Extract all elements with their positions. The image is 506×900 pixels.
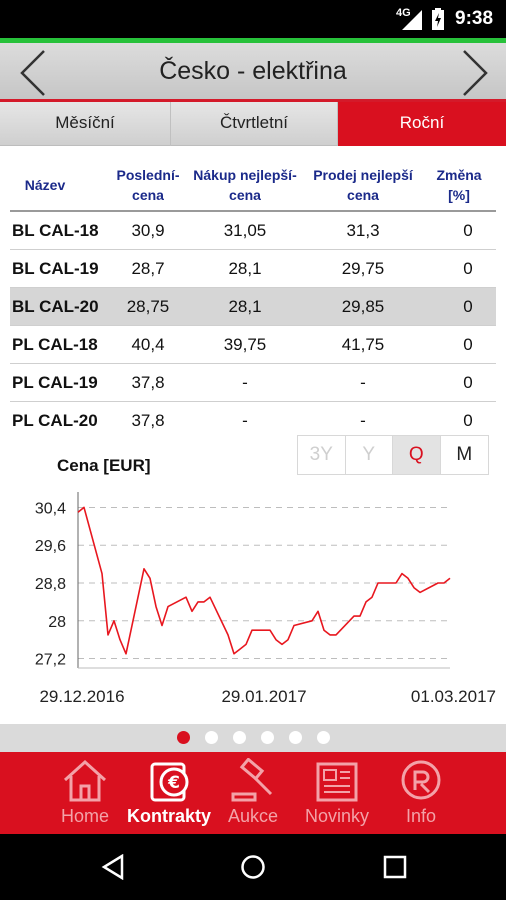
contract-name: BL CAL-20: [12, 296, 99, 316]
last-price: 28,7: [131, 258, 165, 278]
col-buy-header: Nákup nejlepší-cena: [193, 167, 297, 203]
best-buy: 39,75: [223, 334, 267, 354]
contract-name: PL CAL-19: [12, 372, 98, 392]
y-tick-label: 28: [48, 614, 66, 631]
range-quarter-button[interactable]: Q: [393, 436, 441, 474]
period-tabs: Měsíční Čtvrtletní Roční: [0, 102, 506, 146]
nav-info-label: Info: [405, 806, 437, 826]
x-tick-label: 29.12.2016: [39, 687, 124, 706]
status-bar: 4G 9:38: [0, 0, 506, 38]
nav-home-label: Home: [60, 806, 109, 826]
last-price: 40,4: [131, 334, 165, 354]
gavel-icon: [231, 758, 273, 802]
battery-icon: [432, 8, 444, 30]
change-pct: 0: [463, 334, 473, 354]
prices-table: Název Poslední-cena Nákup nejlepší-cena …: [10, 160, 496, 440]
change-pct: 0: [463, 411, 473, 430]
table-row[interactable]: BL CAL-19 28,7 28,1 29,75 0: [10, 250, 496, 288]
page-dot[interactable]: [261, 731, 274, 744]
tab-yearly[interactable]: Roční: [338, 102, 506, 146]
best-sell: -: [360, 411, 366, 430]
last-price: 28,75: [126, 296, 170, 316]
svg-text:€: €: [167, 773, 180, 793]
best-sell: 29,85: [341, 296, 385, 316]
col-change-header: Změna [%]: [436, 167, 482, 203]
newspaper-icon: [316, 762, 358, 802]
best-sell: -: [360, 372, 366, 392]
y-tick-label: 30,4: [35, 500, 66, 517]
bottom-navigation: Home € Kontrakty Aukce Novinky Info: [0, 752, 506, 834]
tab-quarterly[interactable]: Čtvrtletní: [171, 102, 338, 146]
info-badge-icon: [401, 760, 441, 800]
home-circle-icon[interactable]: [240, 854, 266, 880]
y-tick-label: 27,2: [35, 652, 66, 669]
y-tick-label: 28,8: [35, 576, 66, 593]
page-dot[interactable]: [289, 731, 302, 744]
best-buy: -: [242, 411, 248, 430]
nav-home[interactable]: Home: [43, 752, 127, 834]
contract-name: BL CAL-19: [12, 258, 99, 278]
table-row[interactable]: PL CAL-19 37,8 - - 0: [10, 364, 496, 402]
y-tick-label: 29,6: [35, 538, 66, 555]
col-name-header: Název: [24, 177, 66, 193]
back-icon[interactable]: [100, 854, 126, 880]
table-row[interactable]: PL CAL-18 40,4 39,75 41,75 0: [10, 326, 496, 364]
contract-name: PL CAL-20: [12, 411, 98, 430]
best-buy: 28,1: [228, 296, 262, 316]
col-sell-header: Prodej nejlepší cena: [313, 167, 413, 203]
best-buy: -: [242, 372, 248, 392]
home-icon: [63, 759, 107, 802]
change-pct: 0: [463, 372, 473, 392]
table-row[interactable]: BL CAL-18 30,9 31,05 31,3 0: [10, 212, 496, 250]
contract-name: PL CAL-18: [12, 334, 98, 354]
page-dot-active[interactable]: [177, 731, 190, 744]
x-tick-label: 01.03.2017: [411, 687, 496, 706]
table-row-selected[interactable]: BL CAL-20 28,75 28,1 29,85 0: [10, 288, 496, 326]
nav-auctions-label: Aukce: [227, 806, 279, 826]
page-title: Česko - elektřina: [159, 57, 347, 85]
page-dot[interactable]: [233, 731, 246, 744]
range-month-button[interactable]: M: [440, 436, 488, 474]
nav-news-label: Novinky: [304, 806, 370, 826]
best-sell: 41,75: [341, 334, 385, 354]
contract-name: BL CAL-18: [12, 220, 99, 240]
change-pct: 0: [463, 258, 473, 278]
range-1y-button[interactable]: Y: [345, 436, 393, 474]
best-sell: 31,3: [346, 220, 380, 240]
page-dot[interactable]: [317, 731, 330, 744]
last-price: 37,8: [131, 372, 165, 392]
page-dot[interactable]: [205, 731, 218, 744]
clock: 9:38: [455, 8, 494, 29]
table-header: Název Poslední-cena Nákup nejlepší-cena …: [10, 160, 496, 212]
range-selector: 3Y Y Q M: [297, 435, 489, 475]
best-buy: 31,05: [223, 220, 267, 240]
page-indicator: [0, 724, 506, 752]
price-series-line: [77, 506, 451, 655]
system-navigation: [0, 834, 506, 900]
col-last-header: Poslední-cena: [116, 167, 180, 203]
nav-auctions[interactable]: Aukce: [211, 752, 295, 834]
signal-icon: [402, 10, 422, 30]
last-price: 37,8: [131, 411, 165, 430]
price-chart: 27,2 28 28,8 29,6 30,4 29.12.2016 29.01.2017 01…: [35, 492, 496, 706]
change-pct: 0: [463, 220, 473, 240]
best-sell: 29,75: [341, 258, 385, 278]
tab-monthly[interactable]: Měsíční: [0, 102, 171, 146]
chevron-right-icon[interactable]: [452, 49, 492, 97]
chart-title: Cena [EUR]: [57, 456, 151, 475]
nav-contracts[interactable]: € Kontrakty: [127, 752, 211, 834]
x-tick-label: 29.01.2017: [221, 687, 306, 706]
nav-contracts-label: Kontrakty: [127, 806, 212, 826]
range-3y-button[interactable]: 3Y: [298, 436, 346, 474]
app-header: Česko - elektřina: [0, 38, 506, 102]
change-pct: 0: [463, 296, 473, 316]
contracts-euro-icon: €: [150, 762, 189, 802]
recents-icon[interactable]: [383, 855, 407, 879]
best-buy: 28,1: [228, 258, 262, 278]
nav-info[interactable]: Info: [379, 752, 463, 834]
nav-news[interactable]: Novinky: [295, 752, 379, 834]
last-price: 30,9: [131, 220, 165, 240]
